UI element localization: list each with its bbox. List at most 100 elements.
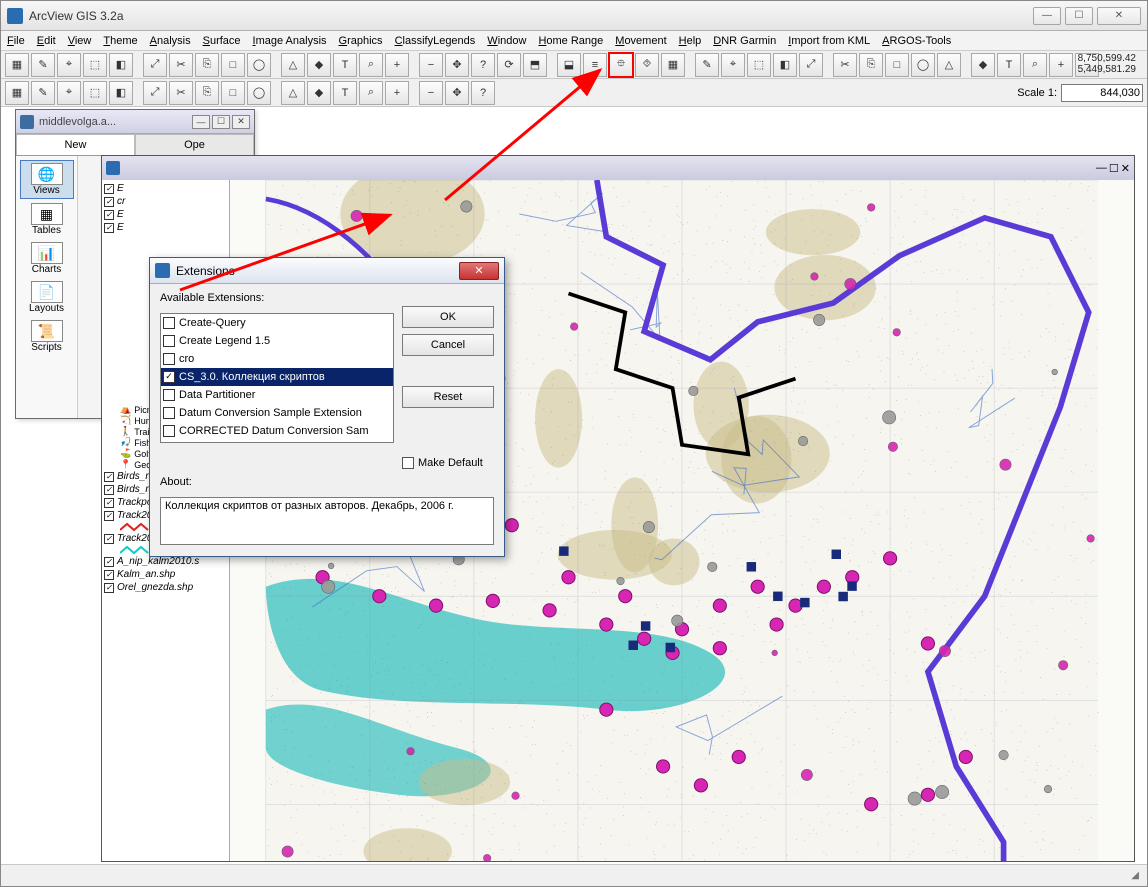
tool-button[interactable]: ⤢ <box>799 53 823 77</box>
tool-button[interactable]: T <box>333 81 357 105</box>
menu-classifylegends[interactable]: ClassifyLegends <box>395 35 476 47</box>
project-minimize-button[interactable]: — <box>192 115 210 129</box>
project-category-scripts[interactable]: 📜Scripts <box>20 318 74 355</box>
extensions-list[interactable]: Create-QueryCreate Legend 1.5cro✓CS_3.0.… <box>160 313 394 443</box>
menu-dnr-garmin[interactable]: DNR Garmin <box>713 35 776 47</box>
tool-button[interactable]: ◆ <box>307 81 331 105</box>
menu-image-analysis[interactable]: Image Analysis <box>253 35 327 47</box>
tool-button[interactable]: ◆ <box>307 53 331 77</box>
checkbox-icon[interactable]: ✓ <box>104 223 114 233</box>
menu-analysis[interactable]: Analysis <box>150 35 191 47</box>
checkbox-icon[interactable]: ✓ <box>104 534 114 544</box>
checkbox-icon[interactable]: ✓ <box>104 485 114 495</box>
dialog-close-button[interactable]: ✕ <box>459 262 499 280</box>
tool-button[interactable]: ⌖ <box>57 53 81 77</box>
tool-button[interactable]: ⬚ <box>83 53 107 77</box>
extension-row[interactable]: Data Partitioner <box>161 386 393 404</box>
tool-button[interactable]: T <box>333 53 357 77</box>
extension-checkbox[interactable] <box>163 335 175 347</box>
menu-argos-tools[interactable]: ARGOS-Tools <box>882 35 951 47</box>
extension-checkbox[interactable]: ✓ <box>163 371 175 383</box>
tool-button[interactable]: ✎ <box>31 53 55 77</box>
extension-row[interactable]: ✓CS_3.0. Коллекция скриптов <box>161 368 393 386</box>
extension-row[interactable]: Create-Query <box>161 314 393 332</box>
project-tab-new[interactable]: New <box>16 134 135 155</box>
toc-layer-placeholder[interactable]: ✓E <box>104 182 227 195</box>
toc-layer-placeholder[interactable]: ✓E <box>104 221 227 234</box>
project-titlebar[interactable]: middlevolga.a... — ☐ ✕ <box>16 110 254 134</box>
project-category-charts[interactable]: 📊Charts <box>20 240 74 277</box>
tool-button[interactable]: + <box>385 53 409 77</box>
project-maximize-button[interactable]: ☐ <box>212 115 230 129</box>
tool-button[interactable]: ◯ <box>247 81 271 105</box>
tool-button[interactable]: ⎘ <box>195 81 219 105</box>
checkbox-icon[interactable]: ✓ <box>104 570 114 580</box>
tool-button[interactable]: ▦ <box>5 53 29 77</box>
tool-button[interactable]: ◆ <box>971 53 995 77</box>
tool-button[interactable]: ✂ <box>169 81 193 105</box>
toc-layer-placeholder[interactable]: ✓E <box>104 208 227 221</box>
tool-button[interactable]: ⤢ <box>143 81 167 105</box>
tool-button[interactable]: ⌕ <box>359 53 383 77</box>
tool-button[interactable]: △ <box>281 81 305 105</box>
menu-edit[interactable]: Edit <box>37 35 56 47</box>
tool-button[interactable]: ⯐ <box>609 53 633 77</box>
toc-layer-placeholder[interactable]: ✓cr <box>104 195 227 208</box>
tool-button[interactable]: + <box>385 81 409 105</box>
tool-button[interactable]: □ <box>221 53 245 77</box>
extension-checkbox[interactable] <box>163 425 175 437</box>
tool-button[interactable]: ⎘ <box>859 53 883 77</box>
tool-button[interactable]: ◯ <box>247 53 271 77</box>
tool-button[interactable]: ▦ <box>5 81 29 105</box>
tool-button[interactable]: ◧ <box>773 53 797 77</box>
menu-window[interactable]: Window <box>487 35 526 47</box>
menu-movement[interactable]: Movement <box>615 35 666 47</box>
extension-row[interactable]: cro <box>161 350 393 368</box>
checkbox-icon[interactable]: ✓ <box>104 511 114 521</box>
tool-button[interactable]: ✎ <box>695 53 719 77</box>
tool-button[interactable]: ✂ <box>833 53 857 77</box>
close-button[interactable] <box>1097 7 1141 25</box>
tool-button[interactable]: ⟳ <box>497 53 521 77</box>
tool-button[interactable]: ✂ <box>169 53 193 77</box>
tool-button[interactable]: ⌕ <box>1023 53 1047 77</box>
tool-button[interactable]: △ <box>937 53 961 77</box>
extension-checkbox[interactable] <box>163 407 175 419</box>
checkbox-icon[interactable]: ✓ <box>104 184 114 194</box>
project-category-layouts[interactable]: 📄Layouts <box>20 279 74 316</box>
dialog-titlebar[interactable]: Extensions ✕ <box>150 258 504 284</box>
checkbox-icon[interactable]: ✓ <box>104 583 114 593</box>
tool-button[interactable]: − <box>419 81 443 105</box>
ok-button[interactable]: OK <box>402 306 494 328</box>
menu-home-range[interactable]: Home Range <box>538 35 603 47</box>
tool-button[interactable]: △ <box>281 53 305 77</box>
menu-help[interactable]: Help <box>679 35 702 47</box>
tool-button[interactable]: ⬚ <box>747 53 771 77</box>
reset-button[interactable]: Reset <box>402 386 494 408</box>
cancel-button[interactable]: Cancel <box>402 334 494 356</box>
resize-grip-icon[interactable]: ◢ <box>1131 870 1139 881</box>
menu-graphics[interactable]: Graphics <box>339 35 383 47</box>
tool-button[interactable]: ✥ <box>445 81 469 105</box>
minimize-button[interactable] <box>1033 7 1061 25</box>
tool-button[interactable]: ⬚ <box>83 81 107 105</box>
tool-button[interactable]: ⎘ <box>195 53 219 77</box>
make-default-checkbox[interactable] <box>402 457 414 469</box>
checkbox-icon[interactable]: ✓ <box>104 557 114 567</box>
checkbox-icon[interactable]: ✓ <box>104 197 114 207</box>
tool-button[interactable]: ⌕ <box>359 81 383 105</box>
extension-row[interactable]: Datum Conversion Sample Extension <box>161 404 393 422</box>
tool-button[interactable]: ⌖ <box>57 81 81 105</box>
make-default-check[interactable]: Make Default <box>402 456 494 471</box>
menu-import-from-kml[interactable]: Import from KML <box>788 35 870 47</box>
tool-button[interactable]: □ <box>885 53 909 77</box>
toc-layer[interactable]: ✓Orel_gnezda.shp <box>104 581 227 594</box>
extension-checkbox[interactable] <box>163 317 175 329</box>
tool-button[interactable]: □ <box>221 81 245 105</box>
menu-theme[interactable]: Theme <box>103 35 137 47</box>
tool-button[interactable]: ? <box>471 53 495 77</box>
view-titlebar[interactable]: — ☐ ✕ <box>102 156 1134 180</box>
project-category-views[interactable]: 🌐Views <box>20 160 74 199</box>
project-category-tables[interactable]: ▦Tables <box>20 201 74 238</box>
tool-button[interactable]: ⤢ <box>143 53 167 77</box>
